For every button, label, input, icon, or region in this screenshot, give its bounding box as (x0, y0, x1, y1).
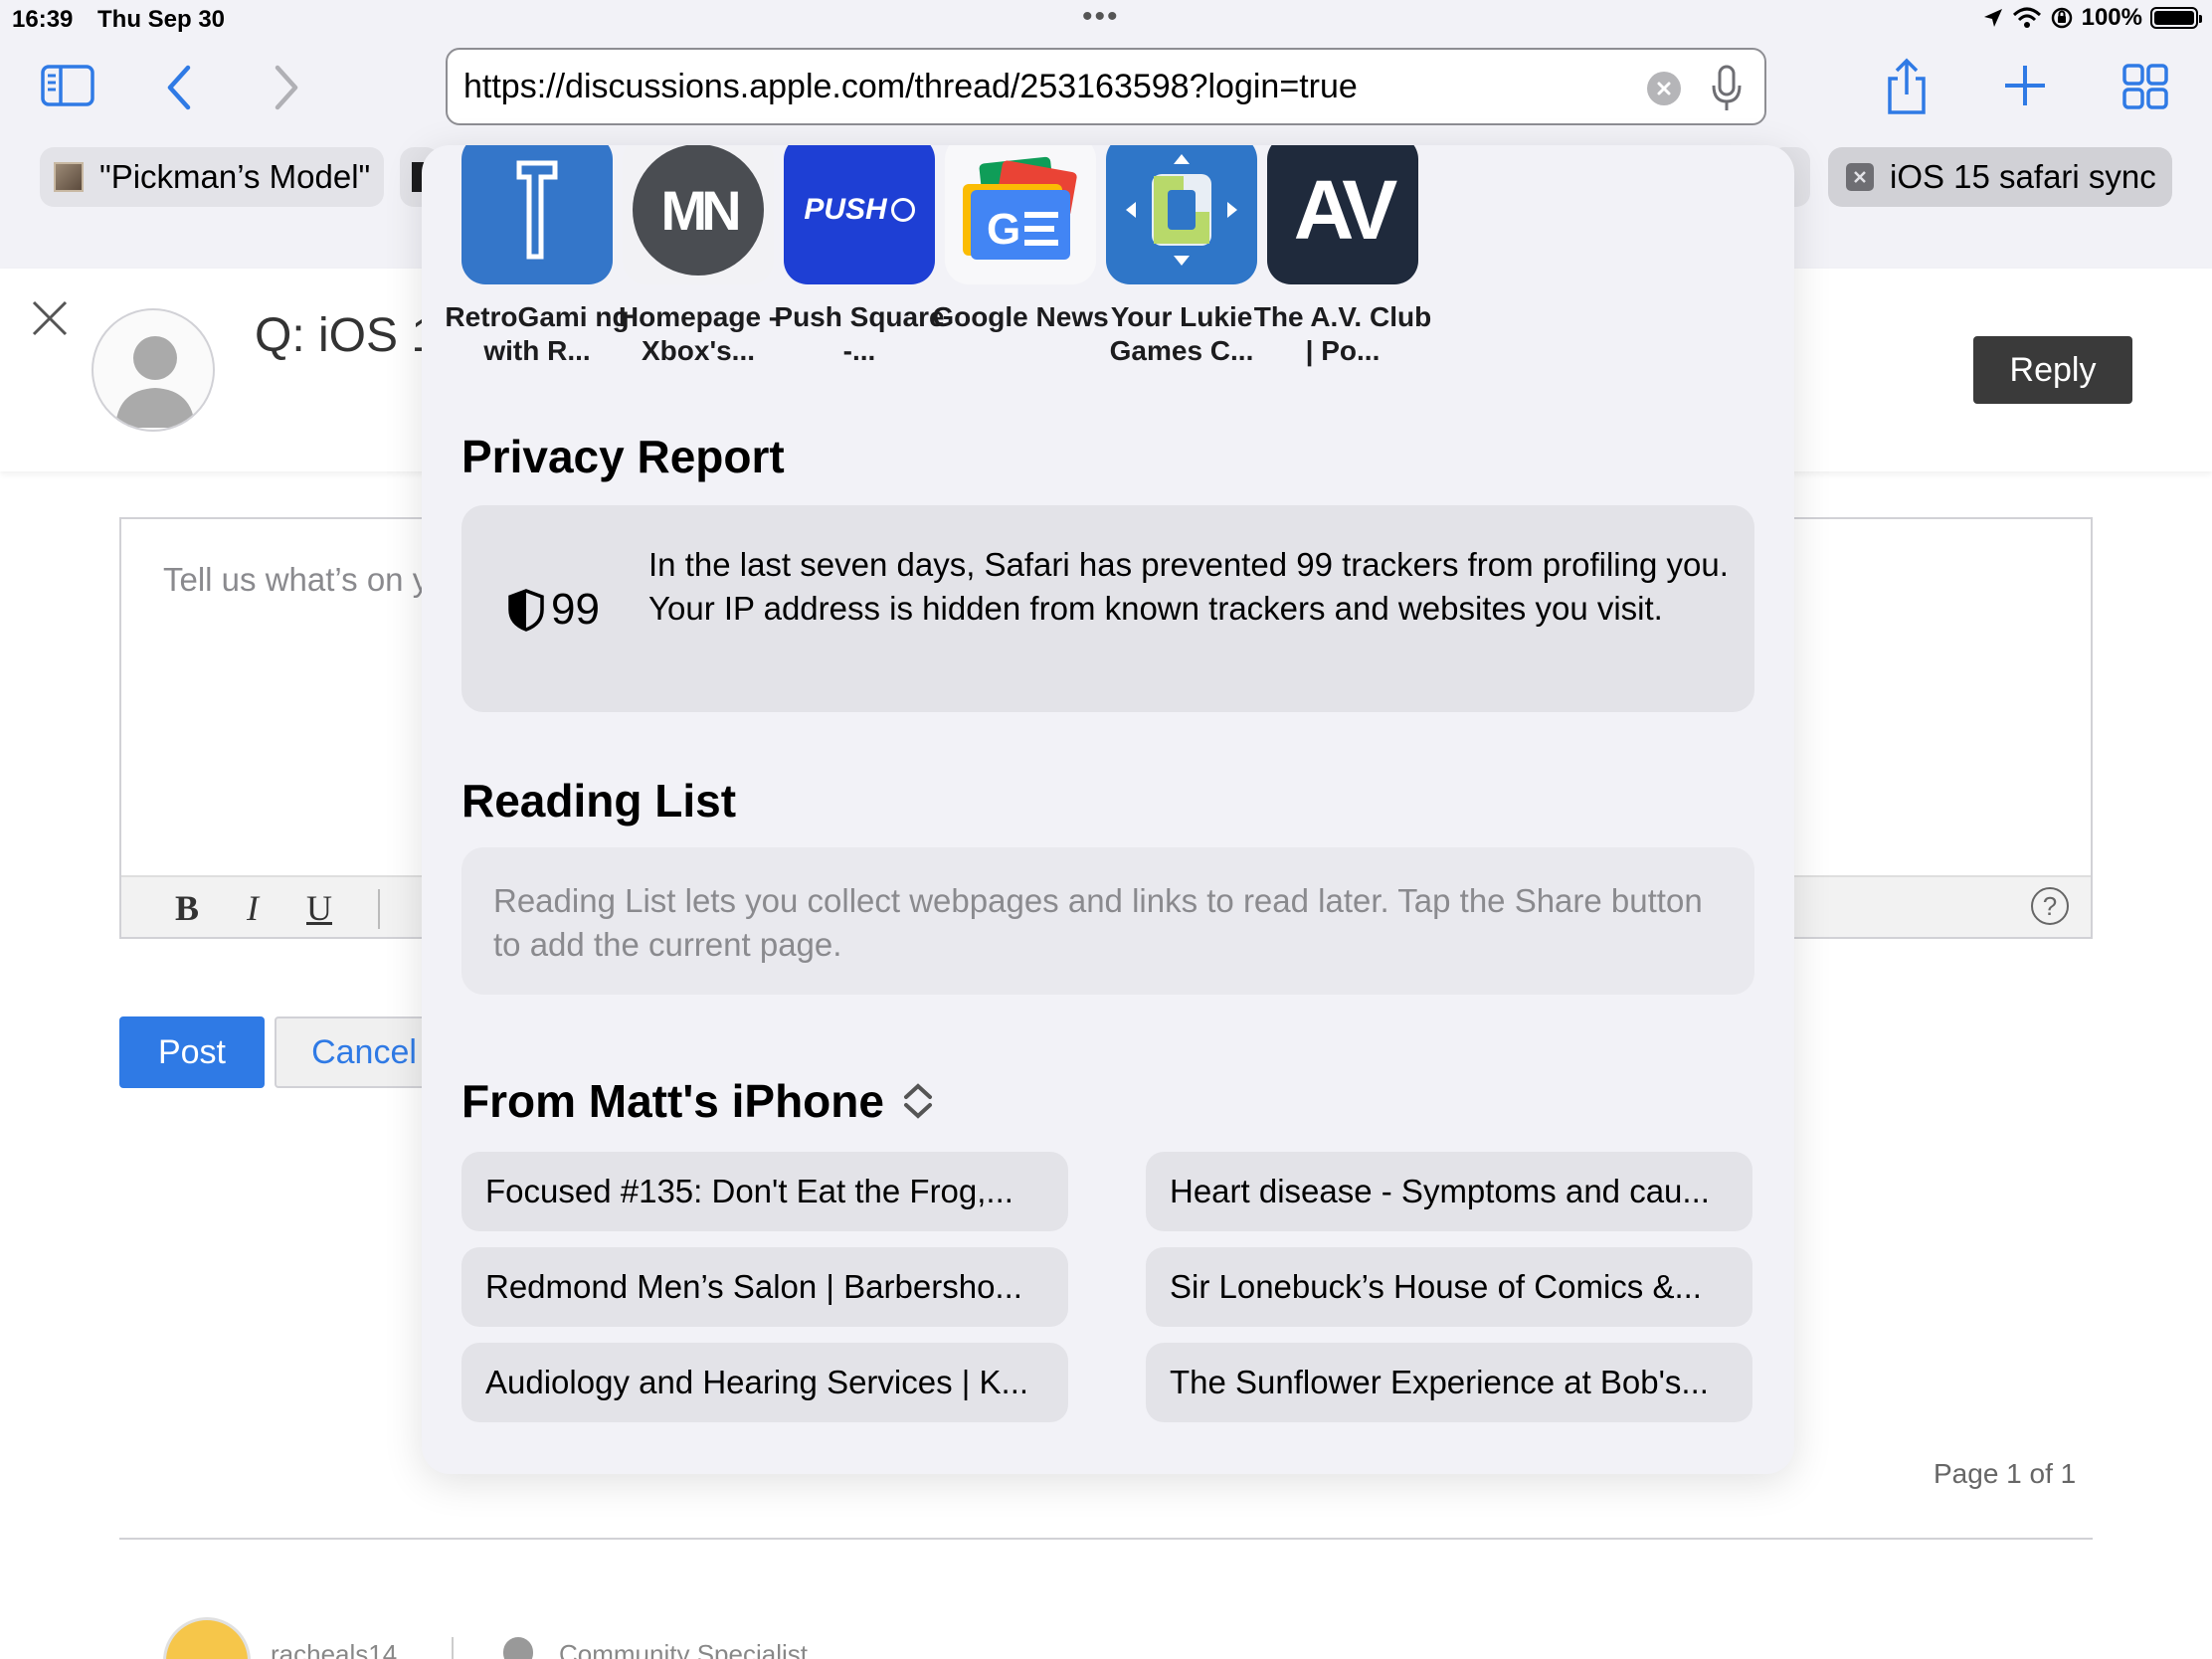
privacy-report-text: In the last seven days, Safari has preve… (648, 546, 1729, 627)
microphone-icon (1712, 65, 1742, 110)
share-button[interactable] (1882, 56, 1932, 117)
post-button[interactable]: Post (119, 1016, 265, 1088)
forward-button[interactable] (267, 60, 306, 115)
tab-grid-icon (2122, 64, 2168, 109)
tab-label: iOS 15 safari sync (1890, 158, 2156, 195)
favorite-label: Homepage - Xbox's... (618, 301, 779, 366)
icloud-tab-4[interactable]: Sir Lonebuck’s House of Comics &... (1146, 1247, 1752, 1327)
tab-ios15-safari-sync[interactable]: iOS 15 safari sync (1828, 147, 2172, 207)
address-bar[interactable]: https://discussions.apple.com/thread/253… (446, 48, 1766, 125)
chevron-left-icon (167, 65, 191, 110)
av-glyph: AV (1293, 162, 1397, 257)
icloud-tabs-device-label: From Matt's iPhone (461, 1075, 884, 1127)
location-icon (1983, 9, 2002, 27)
close-question-button[interactable] (28, 296, 72, 340)
editor-placeholder: Tell us what’s on y (163, 561, 430, 598)
icloud-tab-3[interactable]: Redmond Men’s Salon | Barbersho... (461, 1247, 1068, 1327)
tab-pickmans-model[interactable]: "Pickman’s Model" (40, 147, 384, 207)
help-icon: ? (2042, 890, 2058, 921)
page-count: Page 1 of 1 (1934, 1458, 2077, 1489)
sidebar-button[interactable] (40, 62, 95, 109)
sidebar-icon (41, 65, 94, 106)
orientation-lock-icon (2051, 7, 2072, 29)
chevron-up-down-icon (903, 1083, 932, 1119)
icloud-tabs-title[interactable]: From Matt's iPhone (461, 1074, 936, 1128)
icloud-tab-2[interactable]: Heart disease - Symptoms and cau... (1146, 1152, 1752, 1231)
shield-icon (508, 589, 544, 632)
favorite-label: The A.V. Club | Po... (1253, 301, 1432, 366)
reading-list-text: Reading List lets you collect webpages a… (493, 882, 1703, 963)
icloud-tab-6[interactable]: The Sunflower Experience at Bob's... (1146, 1343, 1752, 1422)
person-silhouette-icon (115, 336, 195, 428)
address-bar-url[interactable]: https://discussions.apple.com/thread/253… (463, 68, 1358, 106)
multitasking-dots-icon[interactable]: ••• (1082, 0, 1120, 34)
status-date: Thu Sep 30 (97, 6, 226, 33)
back-button[interactable] (159, 60, 199, 115)
mn-glyph: MN (633, 145, 764, 276)
favorite-label: Your Lukie Games C... (1109, 301, 1254, 366)
italic-button[interactable]: I (247, 887, 259, 929)
plus-icon (2005, 66, 2045, 105)
apple-logo-icon (503, 1637, 533, 1659)
close-icon (1657, 82, 1671, 95)
av-club-icon: AV (1267, 145, 1418, 284)
author-role: Community Specialist (559, 1639, 808, 1659)
close-tab-icon[interactable] (1846, 163, 1874, 191)
chevron-right-icon (275, 65, 298, 110)
tab-overview-button[interactable] (2120, 62, 2170, 111)
close-icon (32, 300, 68, 336)
lukie-games-icon (1106, 145, 1257, 284)
wifi-icon (2012, 7, 2041, 28)
reading-list-card: Reading List lets you collect webpages a… (461, 847, 1754, 995)
user-avatar-emoji (163, 1617, 251, 1659)
push-glyph: PUSH (804, 193, 887, 226)
favicon-painting-icon (54, 162, 84, 192)
clear-url-button[interactable] (1647, 72, 1681, 105)
divider (119, 1538, 2093, 1540)
toolbar-divider (378, 889, 380, 929)
underline-button[interactable]: U (306, 887, 332, 929)
avatar (92, 308, 215, 432)
mn-icon: MN (623, 145, 774, 284)
icloud-tab-1[interactable]: Focused #135: Don't Eat the Frog,... (461, 1152, 1068, 1231)
tracker-count-value: 99 (551, 585, 600, 634)
battery-percent: 100% (2081, 4, 2142, 31)
favorite-label: Google News (932, 301, 1109, 332)
battery-icon (2150, 7, 2202, 29)
share-icon (1888, 58, 1926, 114)
question-title: Q: iOS 1 (255, 309, 439, 362)
push-square-icon: PUSH (784, 145, 935, 284)
reading-list-title: Reading List (461, 775, 737, 827)
status-time: 16:39 (12, 6, 74, 33)
icloud-tab-5[interactable]: Audiology and Hearing Services | K... (461, 1343, 1068, 1422)
tab-label: "Pickman’s Model" (99, 158, 371, 195)
status-bar: 16:39 Thu Sep 30 ••• 100% (0, 0, 2212, 40)
privacy-report-card[interactable]: 99 In the last seven days, Safari has pr… (461, 505, 1754, 712)
bold-button[interactable]: B (175, 887, 199, 929)
reply-author[interactable]: racheals14 (271, 1639, 397, 1659)
dictation-button[interactable] (1707, 64, 1747, 113)
new-tab-button[interactable] (2001, 62, 2049, 109)
retrogaming-icon (461, 145, 613, 284)
start-page-popover: RetroGami ng with R... MN Homepage - Xbo… (422, 145, 1794, 1474)
privacy-report-title: Privacy Report (461, 431, 785, 482)
author-divider (452, 1637, 454, 1659)
tracker-count: 99 (507, 585, 600, 635)
svg-text:G: G (987, 205, 1020, 254)
status-indicators: 100% (1982, 4, 2202, 32)
favorite-label: RetroGami ng with R... (445, 301, 630, 366)
google-news-icon: G (945, 145, 1096, 284)
help-button[interactable]: ? (2031, 887, 2069, 925)
favorite-label: Push Square -... (774, 301, 945, 366)
reply-button[interactable]: Reply (1973, 336, 2132, 404)
